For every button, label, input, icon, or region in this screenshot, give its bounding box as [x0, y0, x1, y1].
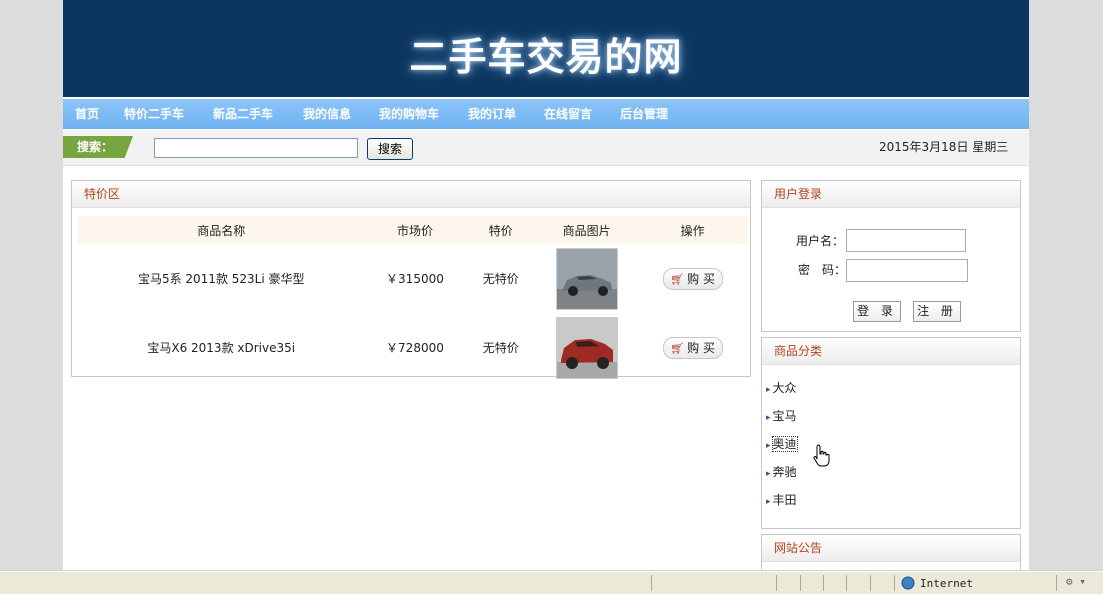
login-button[interactable]: 登 录: [853, 301, 901, 322]
image-cell: [536, 244, 637, 313]
username-field[interactable]: [846, 229, 966, 252]
bullet-icon: ▸: [766, 469, 771, 479]
nav-new-cars[interactable]: 新品二手车: [213, 99, 273, 129]
status-divider: [846, 575, 847, 591]
main-nav: 首页 特价二手车 新品二手车 我的信息 我的购物车 我的订单 在线留言 后台管理: [63, 99, 1029, 129]
buy-button[interactable]: 🛒︎ 购 买: [662, 267, 723, 290]
nav-admin[interactable]: 后台管理: [620, 99, 668, 129]
category-item[interactable]: ▸ 宝马: [766, 407, 797, 424]
car-image-red-suv[interactable]: [555, 316, 618, 379]
status-divider: [894, 575, 895, 591]
current-date: 2015年3月18日 星期三: [879, 140, 1009, 154]
cart-icon: 🛒︎: [670, 341, 685, 355]
password-field[interactable]: [846, 259, 968, 282]
nav-my-orders[interactable]: 我的订单: [468, 99, 516, 129]
col-image: 商品图片: [536, 216, 638, 244]
search-label: 搜索：: [63, 136, 133, 158]
category-item[interactable]: ▸ 奔驰: [766, 463, 797, 480]
status-divider: [823, 575, 824, 591]
market-price: ￥728000: [386, 341, 444, 355]
category-item[interactable]: ▸ 奥迪: [766, 435, 798, 452]
special-offers-title: 特价区: [72, 181, 750, 208]
product-name[interactable]: 宝马X6 2013款 xDrive35i: [78, 313, 364, 382]
browser-status-bar: Internet ⚙ ▾: [0, 571, 1103, 594]
bullet-icon: ▸: [766, 413, 771, 423]
table-row: 宝马5系 2011款 523Li 豪华型 ￥315000 无特价 🛒︎ 购 买: [78, 244, 748, 313]
bullet-icon: ▸: [766, 441, 771, 451]
status-divider: [1056, 575, 1057, 591]
col-market-price: 市场价: [364, 216, 466, 244]
nav-messages[interactable]: 在线留言: [544, 99, 592, 129]
category-title: 商品分类: [762, 338, 1020, 365]
register-button[interactable]: 注 册: [913, 301, 961, 322]
notice-panel: 网站公告: [761, 534, 1021, 570]
notice-title: 网站公告: [762, 535, 1020, 562]
category-item[interactable]: ▸ 大众: [766, 379, 797, 396]
search-bar: 搜索： 搜索 2015年3月18日 星期三: [63, 130, 1029, 166]
buy-button[interactable]: 🛒︎ 购 买: [662, 336, 723, 359]
hand-cursor-icon: [813, 444, 830, 467]
table-row: 宝马X6 2013款 xDrive35i ￥728000 无特价 🛒︎ 购 买: [78, 313, 748, 382]
search-button[interactable]: 搜索: [367, 138, 413, 160]
buy-label: 购 买: [687, 340, 715, 355]
nav-my-info[interactable]: 我的信息: [303, 99, 351, 129]
action-cell: 🛒︎ 购 买: [637, 244, 748, 313]
action-cell: 🛒︎ 购 买: [637, 313, 748, 382]
password-label: 密 码：: [798, 263, 847, 277]
zoom-icon[interactable]: ⚙ ▾: [1066, 575, 1086, 588]
category-label: 丰田: [772, 493, 797, 507]
special-price: 无特价: [482, 272, 519, 286]
bullet-icon: ▸: [766, 497, 771, 507]
category-label: 大众: [772, 381, 797, 395]
category-panel: 商品分类 ▸ 大众 ▸ 宝马 ▸ 奥迪 ▸ 奔驰 ▸ 丰田: [761, 337, 1021, 529]
bullet-icon: ▸: [766, 385, 771, 395]
nav-special-cars[interactable]: 特价二手车: [124, 99, 184, 129]
site-title: 二手车交易的网: [409, 35, 683, 79]
site-container: 二手车交易的网 首页 特价二手车 新品二手车 我的信息 我的购物车 我的订单 在…: [63, 0, 1029, 570]
special-offers-table: 商品名称 市场价 特价 商品图片 操作 宝马5系 2011款 523Li 豪华型…: [78, 216, 748, 382]
username-label: 用户名：: [796, 234, 845, 248]
nav-my-cart[interactable]: 我的购物车: [379, 99, 439, 129]
category-item[interactable]: ▸ 丰田: [766, 491, 797, 508]
login-panel: 用户登录 用户名： 密 码： 登 录 注 册: [761, 180, 1021, 332]
globe-icon: [901, 576, 915, 590]
search-input[interactable]: [154, 138, 358, 158]
category-label: 奥迪: [771, 436, 798, 452]
security-zone-label: Internet: [920, 577, 973, 590]
site-header: 二手车交易的网: [63, 0, 1029, 97]
status-divider: [800, 575, 801, 591]
special-price: 无特价: [482, 341, 519, 355]
category-label: 宝马: [772, 409, 797, 423]
product-name[interactable]: 宝马5系 2011款 523Li 豪华型: [78, 244, 364, 313]
col-special-price: 特价: [465, 216, 537, 244]
page-background: 二手车交易的网 首页 特价二手车 新品二手车 我的信息 我的购物车 我的订单 在…: [0, 0, 1103, 570]
status-divider: [776, 575, 777, 591]
car-image-grey-sedan[interactable]: [555, 247, 618, 310]
col-action: 操作: [637, 216, 748, 244]
cart-icon: 🛒︎: [670, 272, 685, 286]
login-title: 用户登录: [762, 181, 1020, 208]
nav-home[interactable]: 首页: [75, 99, 99, 129]
image-cell: [536, 313, 637, 382]
category-label: 奔驰: [772, 465, 797, 479]
status-divider: [651, 575, 652, 591]
buy-label: 购 买: [687, 271, 715, 286]
special-offers-panel: 特价区 商品名称 市场价 特价 商品图片 操作 宝马5系 2011款 523Li…: [71, 180, 751, 379]
market-price: ￥315000: [386, 272, 444, 286]
col-name: 商品名称: [78, 216, 365, 244]
table-header-row: 商品名称 市场价 特价 商品图片 操作: [78, 216, 748, 244]
status-divider: [870, 575, 871, 591]
